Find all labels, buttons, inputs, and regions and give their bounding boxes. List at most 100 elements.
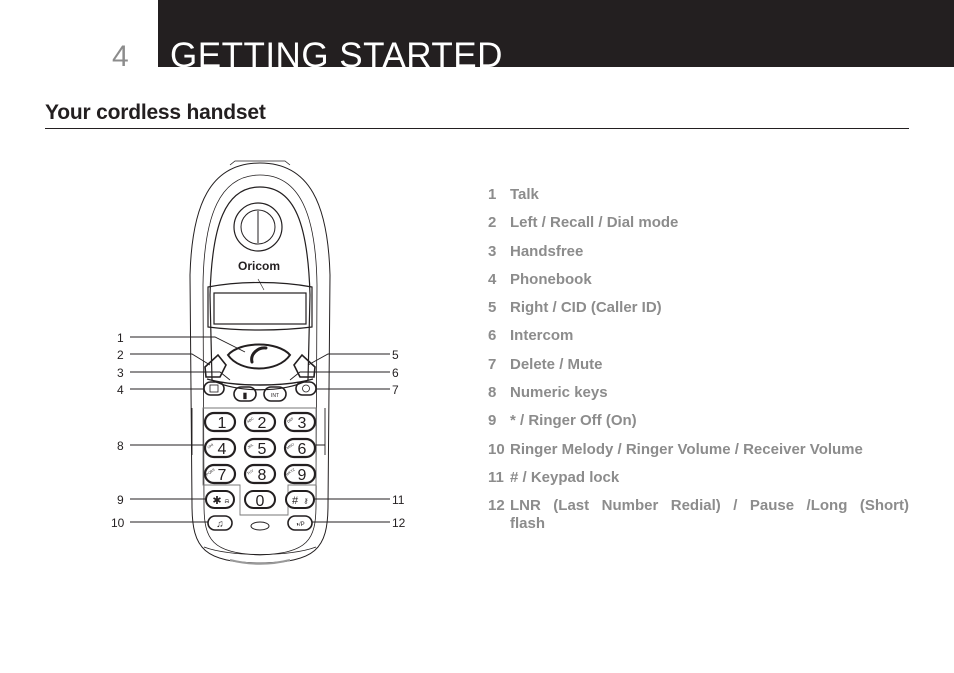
star-key-label: ✱ <box>212 495 221 507</box>
handset-drawing: 1 2ABC 3DEF 4GHI 5JKL 6MNO 7PQRS 8TUV 9WXYZ Oric… <box>130 160 390 565</box>
leader-5 <box>307 353 390 366</box>
legend-item: 10 Ringer Melody / Ringer Volume / Receiv… <box>488 441 909 459</box>
lnr-key-label: ◑/P <box>295 522 304 528</box>
key-lock-icon: ⚷ <box>303 498 308 505</box>
music-note-icon: ♫ <box>216 519 224 530</box>
legend-text: Phonebook <box>510 270 592 288</box>
callout-5: 5 <box>392 348 399 362</box>
leader-3 <box>130 371 231 381</box>
section-title: Your cordless handset <box>45 101 266 124</box>
legend-number: 6 <box>488 327 497 345</box>
key-2-digit: 2 <box>258 415 267 432</box>
handsfree-icon: ▮ <box>243 391 247 400</box>
legend-number: 4 <box>488 270 497 288</box>
button-legend: 1 Talk 2 Left / Recall / Dial mode 3 Handsf… <box>488 186 909 544</box>
callout-7: 7 <box>392 383 399 397</box>
key-3-digit: 3 <box>298 415 307 432</box>
ringer-off-icon: ⍾ <box>225 498 230 505</box>
brand-logo: Oricom <box>238 259 280 273</box>
legend-text: Left / Recall / Dial mode <box>510 214 679 232</box>
chapter-header-bar: GETTING STARTED <box>158 0 954 67</box>
legend-number: 2 <box>488 214 497 232</box>
legend-item: 12 LNR (Last Number Redial) / Pause /Long… <box>488 497 909 533</box>
legend-number: 3 <box>488 242 497 260</box>
key-5-digit: 5 <box>258 441 267 458</box>
delete-button <box>295 381 317 396</box>
legend-item: 3 Handsfree <box>488 243 909 261</box>
legend-text: Right / CID (Caller ID) <box>510 299 662 317</box>
legend-number: 5 <box>488 299 497 317</box>
microphone <box>250 521 270 531</box>
leader-1 <box>130 336 246 353</box>
key-1-digit: 1 <box>218 415 227 432</box>
section-divider <box>45 128 909 129</box>
display-screen <box>207 281 313 331</box>
leader-8-right <box>316 408 326 455</box>
face-panel <box>209 186 311 391</box>
intercom-label: INT <box>271 393 279 399</box>
key-6-digit: 6 <box>298 441 307 458</box>
key-8-digit: 8 <box>258 467 267 484</box>
legend-item: 9 * / Ringer Off (On) <box>488 412 909 430</box>
numeric-keypad: 1 2ABC 3DEF 4GHI 5JKL 6MNO 7PQRS 8TUV 9WXYZ <box>203 411 317 485</box>
callout-12: 12 <box>392 516 406 530</box>
phonebook-button <box>203 381 225 396</box>
callout-11: 11 <box>392 493 405 507</box>
right-button <box>293 353 316 378</box>
key-8: 8TUV <box>243 463 277 485</box>
legend-text: * / Ringer Off (On) <box>510 412 637 430</box>
callout-8: 8 <box>117 439 124 453</box>
key-9-digit: 9 <box>298 467 307 484</box>
legend-text: Talk <box>510 186 539 203</box>
handset-illustration: 1 2 ABC 3 DEF 4 GHI 5 JKL 6 MNO 7 PQRS 8 TUV 9 WXYZ Oric… <box>100 155 430 575</box>
legend-item: 11 # / Keypad lock <box>488 469 909 487</box>
key-3: 3DEF <box>283 411 317 433</box>
legend-number: 1 <box>488 186 497 203</box>
legend-number: 11 <box>488 468 504 486</box>
key-9: 9WXYZ <box>283 463 317 485</box>
leader-8 <box>130 408 203 455</box>
callout-1: 1 <box>117 331 124 345</box>
leader-2 <box>130 353 211 366</box>
legend-item: 4 Phonebook <box>488 271 909 289</box>
chapter-title: GETTING STARTED <box>170 36 503 67</box>
key-5: 5JKL <box>243 437 277 459</box>
legend-number: 12 <box>488 497 505 515</box>
legend-number: 8 <box>488 384 497 402</box>
key-7: 7PQRS <box>203 463 237 485</box>
legend-item: 8 Numeric keys <box>488 384 909 402</box>
legend-text: Numeric keys <box>510 384 608 402</box>
callout-10: 10 <box>111 516 125 530</box>
legend-item: 7 Delete / Mute <box>488 356 909 374</box>
legend-item: 2 Left / Recall / Dial mode <box>488 214 909 232</box>
callout-9: 9 <box>117 493 124 507</box>
legend-item: 1 Talk <box>488 186 909 204</box>
legend-text: LNR (Last Number Redial) / Pause /Long (… <box>510 497 909 533</box>
key-2: 2ABC <box>243 411 277 433</box>
key-7-digit: 7 <box>218 467 227 484</box>
legend-item: 5 Right / CID (Caller ID) <box>488 299 909 317</box>
legend-text: Intercom <box>510 327 574 345</box>
legend-text: Handsfree <box>510 242 584 260</box>
legend-text: # / Keypad lock <box>510 468 620 486</box>
legend-number: 7 <box>488 355 497 373</box>
key-1: 1 <box>203 411 237 433</box>
key-6: 6MNO <box>283 437 317 459</box>
legend-text: Ringer Melody / Ringer Volume / Receiver… <box>510 440 863 458</box>
hash-key <box>285 490 315 509</box>
hash-key-label: # <box>292 495 299 507</box>
left-button <box>204 353 227 378</box>
chapter-number: 4 <box>112 40 129 73</box>
zero-key-label: 0 <box>256 493 265 510</box>
callout-3: 3 <box>117 366 124 380</box>
legend-number: 9 <box>488 412 497 430</box>
callout-6: 6 <box>392 366 399 380</box>
callout-4: 4 <box>117 383 124 397</box>
leader-6 <box>289 371 390 381</box>
legend-text: Delete / Mute <box>510 355 603 373</box>
key-4-digit: 4 <box>218 441 227 458</box>
legend-item: 6 Intercom <box>488 327 909 345</box>
callout-2: 2 <box>117 348 124 362</box>
key-4: 4GHI <box>203 437 237 459</box>
legend-number: 10 <box>488 440 505 458</box>
